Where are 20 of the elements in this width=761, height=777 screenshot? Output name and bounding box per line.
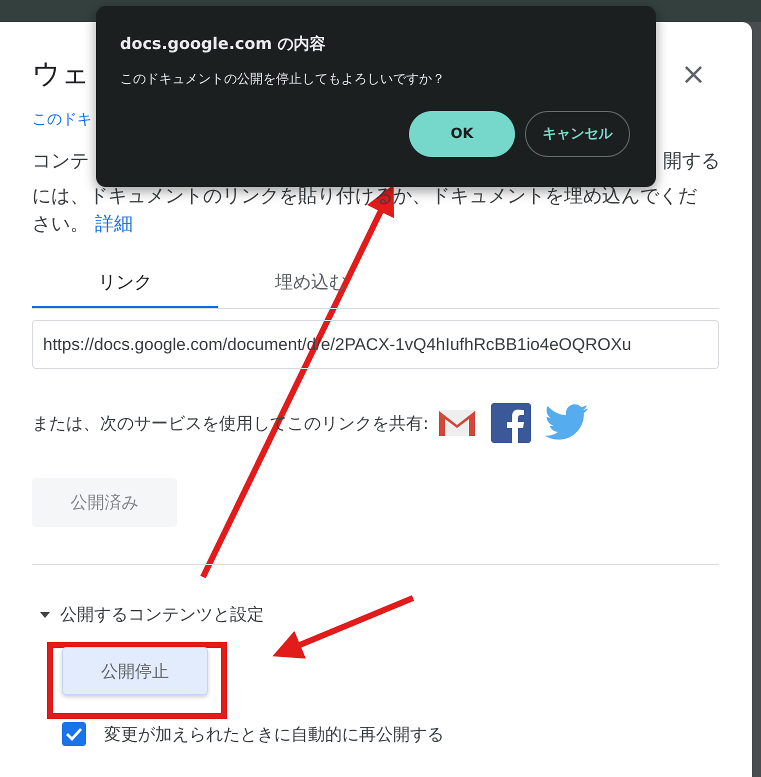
description-text: コンテ [32, 149, 89, 174]
ok-button[interactable]: OK [409, 111, 515, 157]
checkbox[interactable] [62, 722, 86, 746]
published-button[interactable]: 公開済み [32, 478, 177, 527]
document-link[interactable]: このドキ [32, 110, 92, 129]
cancel-button[interactable]: キャンセル [525, 111, 630, 157]
twitter-icon[interactable] [544, 404, 589, 442]
dialog-title: ウェ [32, 56, 90, 92]
tab[interactable]: リンク [32, 264, 218, 308]
description-text: 開する [663, 149, 720, 174]
section-label[interactable]: 公開するコンテンツと設定 [60, 603, 264, 626]
stop-publishing-button[interactable]: 公開停止 [62, 647, 208, 695]
alert-title: docs.google.com の内容 [120, 34, 327, 55]
learn-more-link[interactable]: 詳細 [95, 213, 134, 235]
expand-icon[interactable] [40, 612, 50, 618]
facebook-icon[interactable] [490, 403, 531, 443]
close-button[interactable]: × [680, 56, 706, 92]
mail-icon[interactable] [436, 407, 477, 439]
alert-message: このドキュメントの公開を停止してもよろしいですか？ [120, 71, 446, 88]
checkbox-label: 変更が加えられたときに自動的に再公開する [104, 724, 444, 746]
